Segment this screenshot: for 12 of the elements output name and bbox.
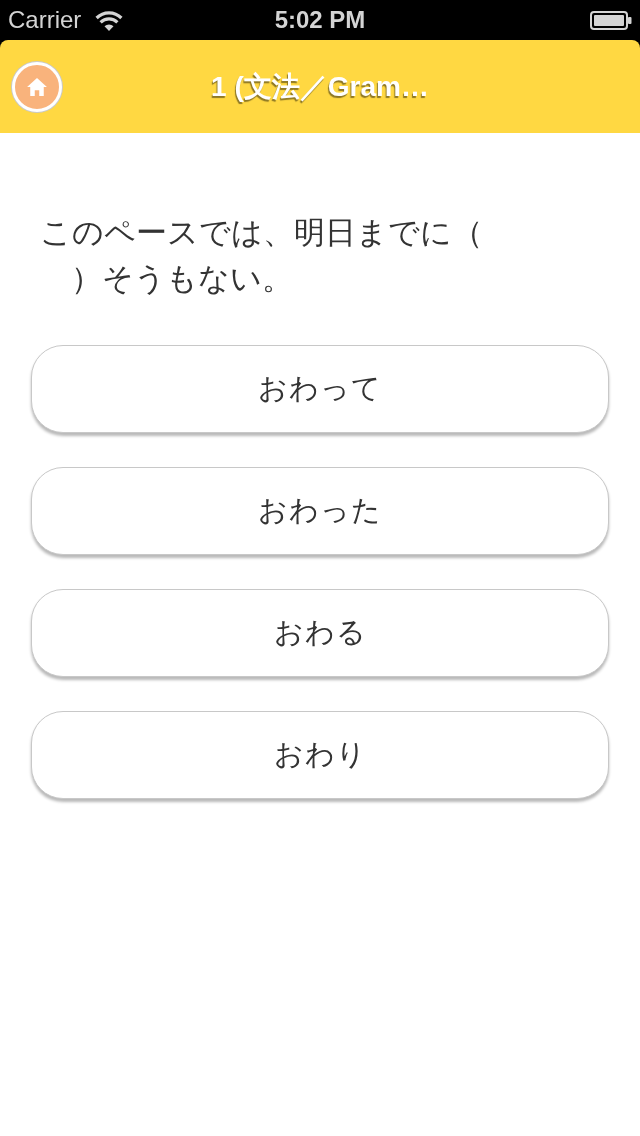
carrier-name: Carrier [8,6,82,34]
status-time: 5:02 PM [274,6,366,34]
answer-button[interactable]: おわって [31,345,609,433]
wifi-icon [95,9,124,31]
home-button[interactable] [12,61,62,112]
answer-button[interactable]: おわる [31,589,609,677]
question-text: このペースでは、明日までに（）そうもない。 [40,213,484,298]
battery-icon [590,10,632,30]
answer-button[interactable]: おわった [31,467,609,555]
screen-title: 1 (文法／Gram… [211,69,429,104]
answer-button[interactable]: おわり [31,711,609,799]
home-icon [27,77,47,96]
